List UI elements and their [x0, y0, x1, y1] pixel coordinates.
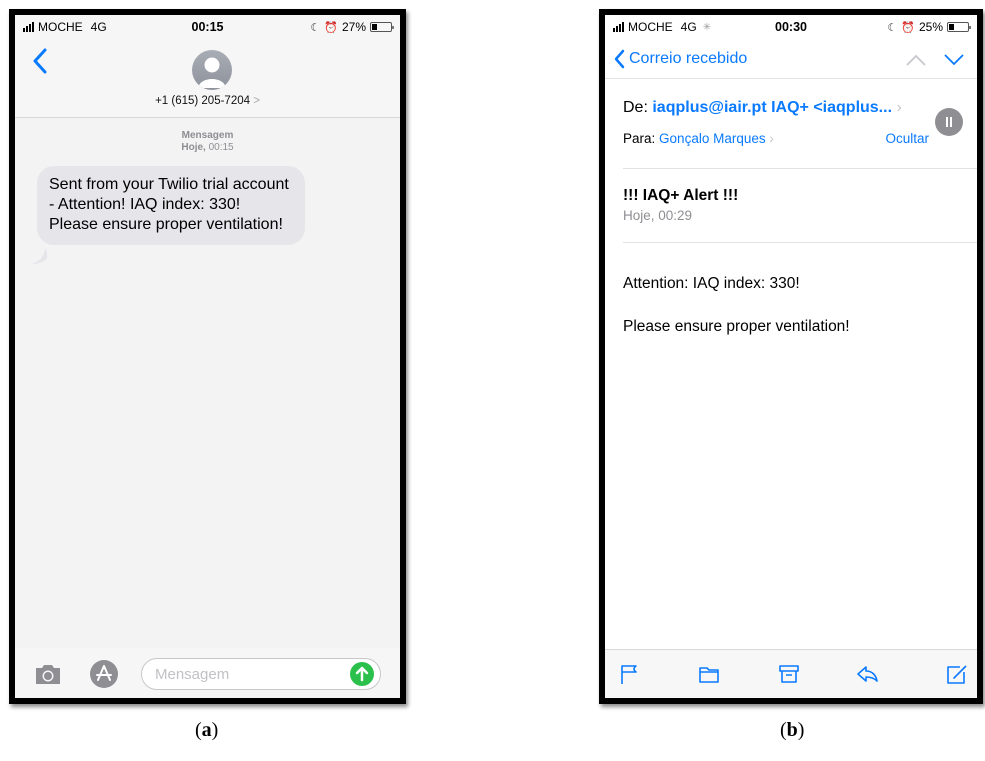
email-subject: !!! IAQ+ Alert !!!	[623, 187, 739, 204]
alarm-icon: ⏰	[901, 21, 915, 34]
status-bar: MOCHE 4G ✳ 00:30 ☾ ⏰ 25%	[605, 15, 977, 39]
flag-icon[interactable]	[617, 663, 641, 685]
chevron-down-icon[interactable]	[943, 53, 965, 67]
email-body-line: Please ensure proper ventilation!	[623, 318, 850, 335]
chevron-left-icon	[614, 49, 625, 69]
message-input[interactable]: Mensagem	[141, 658, 381, 690]
hide-details-link[interactable]: Ocultar	[885, 131, 929, 146]
message-meta: Mensagem Hoje, 00:15	[15, 130, 400, 154]
battery-percent: 27%	[341, 20, 366, 34]
app-store-icon[interactable]	[89, 659, 119, 689]
chevron-up-icon[interactable]	[905, 53, 927, 67]
battery-percent: 25%	[918, 20, 943, 34]
contact-number-text: +1 (615) 205-7204	[155, 95, 251, 107]
camera-icon[interactable]	[33, 662, 63, 686]
folder-icon[interactable]	[697, 663, 721, 685]
battery-icon	[370, 22, 394, 32]
email-body-line: Attention: IAQ index: 330!	[623, 275, 800, 292]
contact-number[interactable]: +1 (615) 205-7204 >	[15, 95, 400, 107]
conversation-body: Mensagem Hoje, 00:15 Sent from your Twil…	[15, 118, 400, 698]
from-row[interactable]: De: iaqplus@iair.pt IAQ+ <iaqplus... ›	[623, 99, 902, 117]
chevron-right-icon: ›	[769, 131, 774, 146]
message-day: Hoje,	[181, 142, 206, 153]
moon-icon: ☾	[887, 21, 898, 34]
email-screen: MOCHE 4G ✳ 00:30 ☾ ⏰ 25% Correio recebid…	[599, 9, 983, 704]
chevron-right-icon: ›	[896, 99, 902, 116]
reply-icon[interactable]	[855, 663, 879, 685]
divider	[623, 168, 977, 169]
bubble-tail	[31, 248, 47, 264]
email-date: Hoje, 00:29	[623, 208, 693, 223]
avatar-icon[interactable]	[192, 50, 232, 90]
figure-caption-a: (a)	[195, 719, 219, 741]
chevron-right-icon: >	[253, 95, 260, 107]
compose-icon[interactable]	[945, 663, 969, 685]
send-button[interactable]	[350, 662, 374, 686]
mail-toolbar	[605, 649, 977, 698]
to-name[interactable]: Gonçalo Marques	[659, 131, 766, 146]
figure-caption-b: (b)	[780, 719, 805, 741]
alarm-icon: ⏰	[324, 21, 338, 34]
battery-icon	[947, 22, 971, 32]
message-label: Mensagem	[181, 130, 234, 141]
message-input-placeholder: Mensagem	[155, 666, 230, 683]
moon-icon: ☾	[310, 21, 321, 34]
send-arrow-icon	[355, 666, 369, 682]
message-time: 00:15	[208, 142, 234, 153]
divider	[623, 242, 977, 243]
sms-screen: MOCHE 4G 00:15 ☾ ⏰ 27% +1 (615) 205-7204…	[9, 9, 406, 704]
conversation-header: MOCHE 4G 00:15 ☾ ⏰ 27% +1 (615) 205-7204…	[15, 15, 400, 118]
archive-icon[interactable]	[777, 663, 801, 685]
pause-icon[interactable]	[935, 108, 963, 136]
status-bar: MOCHE 4G 00:15 ☾ ⏰ 27%	[15, 15, 400, 39]
back-button[interactable]: Correio recebido	[613, 49, 747, 69]
chevron-left-icon[interactable]	[31, 48, 49, 74]
mail-nav-bar: Correio recebido	[605, 39, 977, 79]
to-label: Para:	[623, 131, 656, 146]
input-bar: Mensagem	[15, 648, 400, 698]
message-bubble[interactable]: Sent from your Twilio trial account - At…	[37, 166, 305, 245]
from-label: De:	[623, 99, 648, 116]
to-row[interactable]: Para: Gonçalo Marques ›	[623, 131, 774, 146]
from-address[interactable]: iaqplus@iair.pt IAQ+ <iaqplus...	[652, 99, 892, 116]
back-label: Correio recebido	[629, 50, 748, 67]
